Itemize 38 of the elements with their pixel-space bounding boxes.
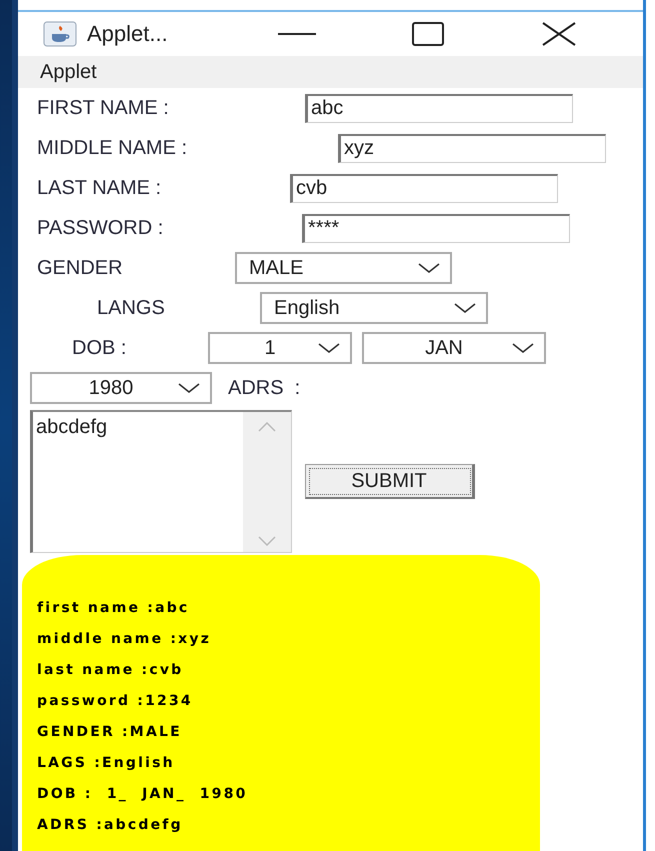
field-label: DOB : xyxy=(72,336,128,360)
field-label: MIDDLE NAME : xyxy=(37,136,188,160)
field-label: FIRST NAME : xyxy=(37,96,170,120)
gender-dropdown[interactable]: MALE xyxy=(235,252,452,284)
day-dropdown[interactable]: 1 xyxy=(208,332,352,364)
output-line: ADRS :abcdefg xyxy=(37,816,184,835)
field-label: LANGS xyxy=(97,296,166,320)
output-line: DOB : 1_ JAN_ 1980 xyxy=(37,785,249,804)
field-label: LAST NAME : xyxy=(37,176,162,200)
field-label: ADRS : xyxy=(228,376,300,400)
address-field[interactable]: abcdefg xyxy=(30,410,292,553)
chevron-down-icon xyxy=(512,343,534,353)
close-icon[interactable] xyxy=(542,22,576,46)
input-field[interactable]: xyz xyxy=(338,134,606,162)
minimize-icon[interactable] xyxy=(278,32,316,36)
input-field[interactable]: **** xyxy=(302,214,570,242)
month-dropdown[interactable]: JAN xyxy=(362,332,546,364)
submit-button[interactable]: SUBMIT xyxy=(305,464,475,499)
chevron-down-icon xyxy=(418,263,440,273)
menu-item[interactable]: Applet xyxy=(40,60,97,84)
input-field[interactable]: abc xyxy=(305,94,573,122)
output-line: last name :cvb xyxy=(37,661,184,680)
chevron-down-icon xyxy=(318,343,340,353)
year-dropdown[interactable]: 1980 xyxy=(30,372,212,404)
language-dropdown[interactable]: English xyxy=(260,292,488,324)
maximize-icon[interactable] xyxy=(412,22,444,46)
chevron-down-icon xyxy=(178,383,200,393)
field-label: PASSWORD : xyxy=(37,216,164,240)
field-label: GENDER xyxy=(37,256,124,280)
input-field[interactable]: cvb xyxy=(290,174,558,202)
output-line: password :1234 xyxy=(37,692,194,711)
output-line: LAGS :English xyxy=(37,754,176,773)
window-title: Applet... xyxy=(87,21,168,47)
output-line: middle name :xyz xyxy=(37,630,212,649)
output-line: GENDER :MALE xyxy=(37,723,183,742)
java-cup-icon xyxy=(43,21,77,47)
chevron-down-icon xyxy=(454,303,476,313)
output-line: first name :abc xyxy=(37,599,190,618)
